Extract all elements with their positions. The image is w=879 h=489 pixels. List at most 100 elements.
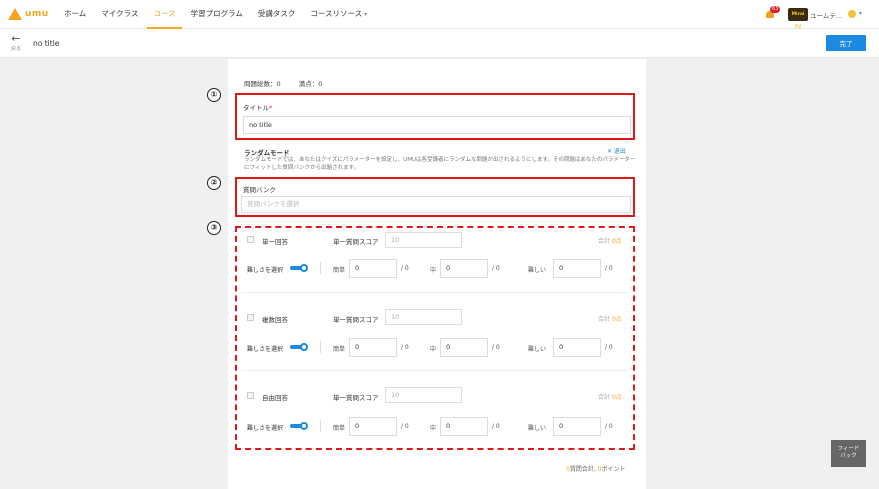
- easy-label: 簡単: [333, 267, 346, 274]
- easy-max: / 0: [401, 344, 409, 351]
- hard-label: 難しい: [528, 346, 547, 353]
- question-total-label: 質問合計,: [569, 466, 598, 473]
- required-mark: *: [269, 104, 273, 112]
- title-label: タイトル*: [243, 102, 272, 112]
- difficulty-toggle[interactable]: [290, 422, 308, 430]
- nav-item-my-class[interactable]: マイクラス: [95, 0, 144, 29]
- score-label: 単一質問スコア: [333, 238, 379, 246]
- medium-label: 中: [430, 346, 437, 353]
- hard-max: / 0: [605, 265, 613, 272]
- question-type-label: 単一回答: [262, 238, 288, 246]
- random-mode-description: ランダムモードでは、あなたはクイズにパラメーターを設定し、UMUは各受講者にラン…: [244, 157, 636, 171]
- page-title: no title: [33, 39, 60, 48]
- user-status-icon[interactable]: [848, 10, 856, 18]
- nav-item-home[interactable]: ホーム: [58, 0, 92, 29]
- total-prefix: 合計: [598, 316, 611, 323]
- nav-item-course[interactable]: コース: [147, 0, 182, 29]
- medium-count-input[interactable]: 0: [440, 338, 488, 357]
- arrow-left-icon: ←: [11, 32, 21, 45]
- easy-count-input[interactable]: 0: [349, 259, 397, 278]
- divider: [320, 341, 321, 353]
- score-input[interactable]: 10: [385, 309, 462, 325]
- score-label: 単一質問スコア: [333, 316, 379, 324]
- group-total: 合計 0点: [598, 314, 622, 323]
- umu-logo-icon: [8, 8, 22, 20]
- total-value: 0点: [611, 316, 622, 323]
- title-label-text: タイトル: [243, 104, 269, 112]
- medium-label: 中: [430, 267, 437, 274]
- group-divider: [241, 370, 629, 371]
- medium-max: / 0: [492, 265, 500, 272]
- question-type-label: 複数回答: [262, 316, 288, 324]
- score-label: 単一質問スコア: [333, 394, 379, 402]
- quiz-stats: 問題総数：0 満点：0: [244, 78, 338, 88]
- total-prefix: 合計: [598, 238, 611, 245]
- hard-count-input[interactable]: 0: [553, 259, 601, 278]
- question-type-checkbox[interactable]: [247, 314, 254, 321]
- easy-count-input[interactable]: 0: [349, 338, 397, 357]
- back-button[interactable]: ← 戻る: [9, 32, 23, 53]
- question-bank-select[interactable]: 質問バンクを選択: [241, 196, 631, 213]
- group-total: 合計 0点: [598, 236, 622, 245]
- question-type-checkbox[interactable]: [247, 236, 254, 243]
- easy-max: / 0: [401, 423, 409, 430]
- score-input[interactable]: 10: [385, 387, 462, 403]
- difficulty-label: 難しさを選択: [247, 267, 284, 274]
- group-total: 合計 0点: [598, 392, 622, 401]
- question-type-label: 自由回答: [262, 394, 288, 402]
- points-total-label: ポイント: [601, 466, 626, 473]
- medium-max: / 0: [492, 344, 500, 351]
- quiz-summary: 0質問合計, 0ポイント: [566, 464, 626, 473]
- title-input[interactable]: no title: [243, 116, 631, 134]
- medium-label: 中: [430, 425, 437, 432]
- chevron-down-icon: ▾: [364, 11, 368, 18]
- hard-label: 難しい: [528, 425, 547, 432]
- exit-random-mode-button[interactable]: ✕ 退出: [607, 146, 626, 155]
- page-header: ← 戻る no title: [0, 29, 879, 58]
- question-type-checkbox[interactable]: [247, 392, 254, 399]
- easy-label: 簡単: [333, 346, 346, 353]
- annotation-marker-3: ③: [207, 221, 221, 235]
- easy-count-input[interactable]: 0: [349, 417, 397, 436]
- logo-text: umu: [25, 9, 49, 19]
- easy-max: / 0: [401, 265, 409, 272]
- difficulty-toggle[interactable]: [290, 264, 308, 272]
- annotation-marker-1: ①: [207, 88, 221, 102]
- top-nav-bar: umu ホーム マイクラス コース 学習プログラム 受講タスク コースリソース ▾…: [0, 0, 879, 30]
- hard-max: / 0: [605, 423, 613, 430]
- annotation-marker-2: ②: [207, 176, 221, 190]
- main-nav: ホーム マイクラス コース 学習プログラム 受講タスク コースリソース ▾: [58, 0, 376, 29]
- notification-badge: 63: [770, 6, 781, 13]
- nav-item-learning-program[interactable]: 学習プログラム: [185, 0, 249, 29]
- toggle-knob: [300, 264, 308, 272]
- feedback-label-line1: フィード: [837, 446, 860, 452]
- feedback-button[interactable]: フィード バック: [831, 440, 866, 467]
- hard-count-input[interactable]: 0: [553, 338, 601, 357]
- avatar[interactable]: Mirai TV: [788, 8, 808, 30]
- nav-item-course-resources[interactable]: コースリソース ▾: [304, 0, 373, 29]
- back-label: 戻る: [10, 46, 21, 52]
- user-menu-chevron-icon[interactable]: ▾: [859, 10, 862, 17]
- difficulty-label: 難しさを選択: [247, 346, 284, 353]
- hard-label: 難しい: [528, 267, 547, 274]
- hard-count-input[interactable]: 0: [553, 417, 601, 436]
- done-button[interactable]: 完了: [826, 35, 866, 51]
- full-score: 満点：0: [298, 80, 323, 88]
- feedback-label-line2: バック: [840, 453, 857, 459]
- username[interactable]: ユームテ...: [810, 10, 842, 20]
- difficulty-label: 難しさを選択: [247, 425, 284, 432]
- notification-bell-icon[interactable]: 63: [765, 6, 781, 19]
- difficulty-toggle[interactable]: [290, 343, 308, 351]
- score-input[interactable]: 10: [385, 232, 462, 248]
- medium-count-input[interactable]: 0: [440, 417, 488, 436]
- toggle-knob: [300, 343, 308, 351]
- umu-logo[interactable]: umu: [8, 8, 49, 20]
- total-value: 0点: [611, 394, 622, 401]
- question-count: 問題総数：0: [244, 80, 281, 88]
- hard-max: / 0: [605, 344, 613, 351]
- group-divider: [241, 292, 629, 293]
- divider: [320, 420, 321, 432]
- nav-item-tasks[interactable]: 受講タスク: [252, 0, 302, 29]
- toggle-knob: [300, 422, 308, 430]
- medium-count-input[interactable]: 0: [440, 259, 488, 278]
